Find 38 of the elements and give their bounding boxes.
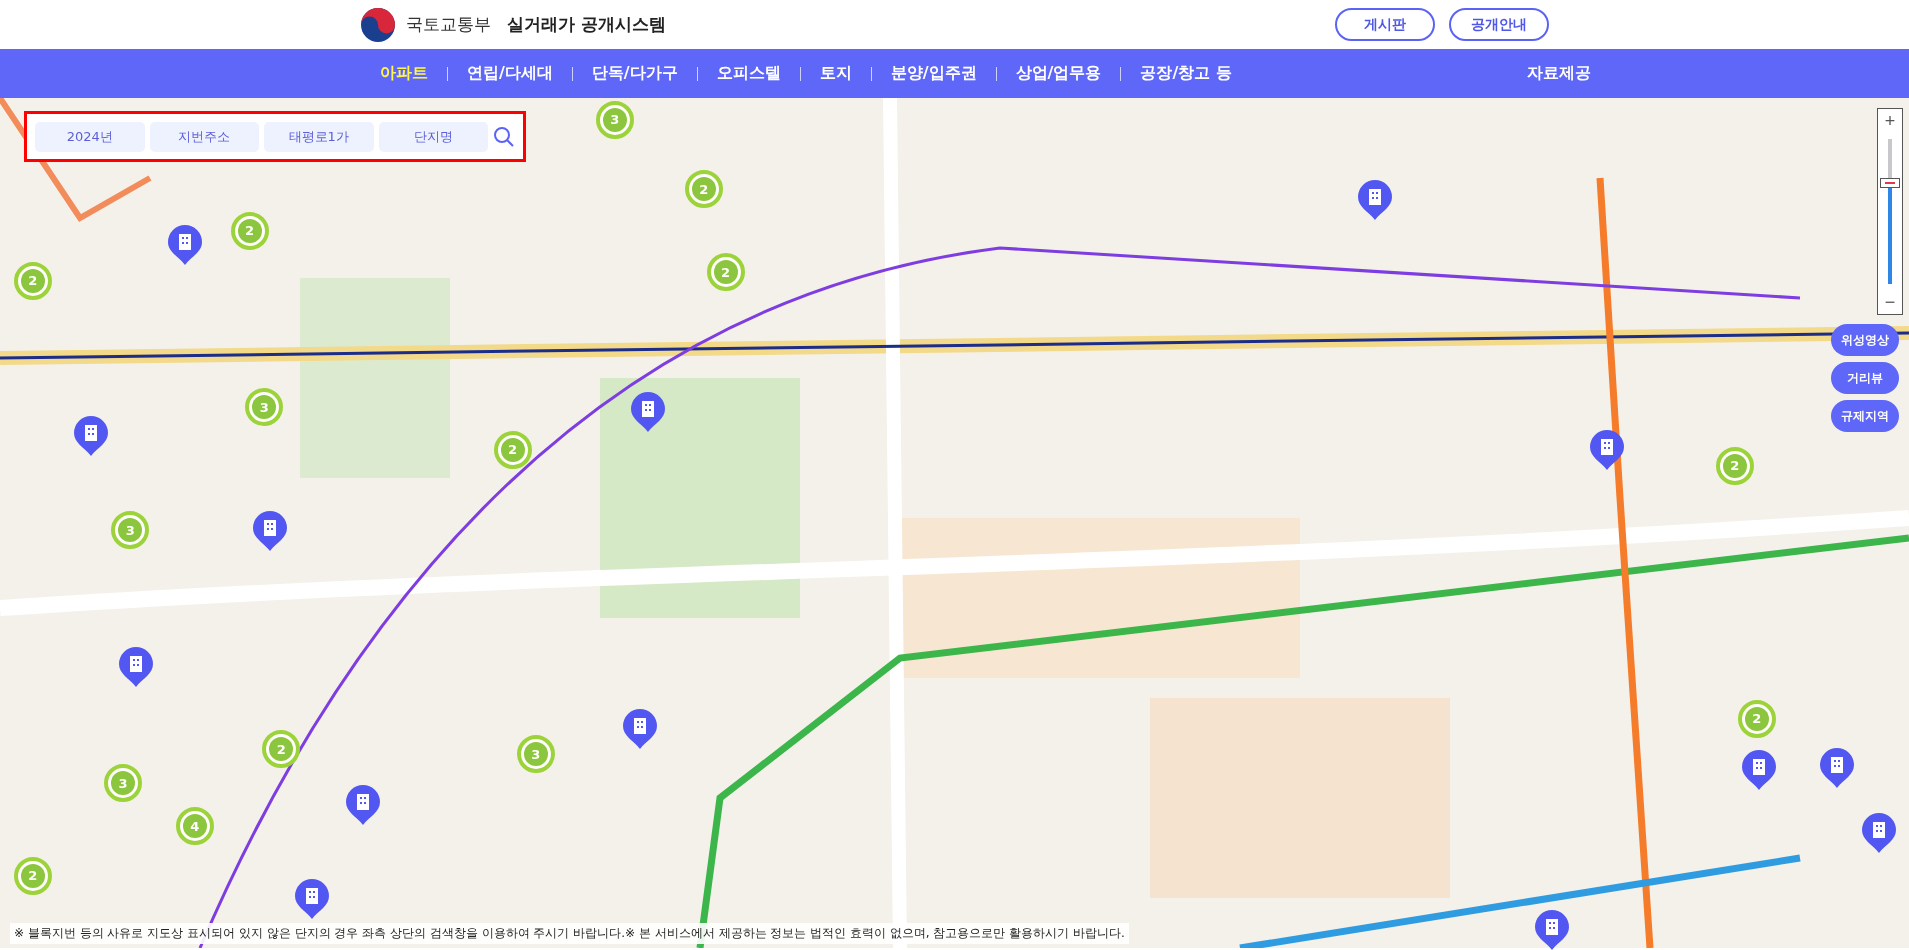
building-marker-icon[interactable] bbox=[630, 392, 665, 433]
filter-button[interactable]: 지번주소 bbox=[149, 121, 259, 152]
notice-text: ※ 블록지번 등의 사유로 지도상 표시되어 있지 않은 단지의 경우 좌측 상단의 검색창을 이용하여 주시기 바랍니다.※ 본 서비스에서 제공하는 정보는 법적인 효력이 없으며, 참고용으로만 활용하시기 바랍니다. bbox=[10, 923, 1129, 944]
nav-tab[interactable]: 아파트 bbox=[380, 63, 428, 84]
nav-tab[interactable]: 상업/업무용 bbox=[1015, 63, 1102, 84]
nav-link[interactable]: 자료제공 bbox=[1527, 63, 1591, 84]
nav-tab[interactable]: 분양/입주권 bbox=[890, 63, 977, 84]
building-marker-icon[interactable] bbox=[119, 646, 154, 687]
filter-button[interactable]: 태평로1가 bbox=[264, 121, 374, 152]
search-icon[interactable] bbox=[493, 125, 515, 148]
map-layer-button[interactable]: 규제지역 bbox=[1831, 400, 1899, 432]
nav-tab[interactable]: 토지 bbox=[819, 63, 852, 84]
map-layer-button[interactable]: 위성영상 bbox=[1831, 324, 1899, 356]
header-button[interactable]: 게시판 bbox=[1335, 8, 1435, 41]
building-marker-icon[interactable] bbox=[1535, 909, 1570, 950]
building-marker-icon[interactable] bbox=[1590, 429, 1625, 470]
building-marker-icon[interactable] bbox=[1861, 813, 1896, 854]
nav-tab[interactable]: 연립/다세대 bbox=[467, 63, 553, 84]
building-marker-icon[interactable] bbox=[1742, 750, 1777, 791]
nav-tab[interactable]: 공장/창고 등 bbox=[1140, 63, 1232, 84]
nav-tab[interactable]: 오피스텔 bbox=[716, 63, 781, 84]
building-marker-icon[interactable] bbox=[1820, 747, 1855, 788]
nav-tab[interactable]: 단독/다가구 bbox=[591, 63, 678, 84]
emblem-icon bbox=[360, 6, 396, 43]
building-marker-icon[interactable] bbox=[1357, 180, 1392, 221]
building-marker-icon[interactable] bbox=[294, 879, 329, 920]
building-marker-icon[interactable] bbox=[253, 511, 288, 552]
building-marker-icon[interactable] bbox=[168, 225, 203, 266]
building-marker-icon[interactable] bbox=[623, 708, 658, 749]
filter-button[interactable]: 단지명 bbox=[378, 121, 488, 152]
header-button[interactable]: 공개안내 bbox=[1449, 8, 1549, 41]
map-layer-button[interactable]: 거리뷰 bbox=[1831, 362, 1899, 394]
building-marker-icon[interactable] bbox=[74, 416, 109, 457]
ministry-name: 국토교통부 bbox=[406, 13, 491, 36]
zoom-handle[interactable] bbox=[1880, 177, 1900, 188]
building-marker-icon[interactable] bbox=[345, 785, 380, 826]
filter-button[interactable]: 2024년 bbox=[35, 121, 145, 152]
site-title: 실거래가 공개시스템 bbox=[507, 13, 666, 36]
